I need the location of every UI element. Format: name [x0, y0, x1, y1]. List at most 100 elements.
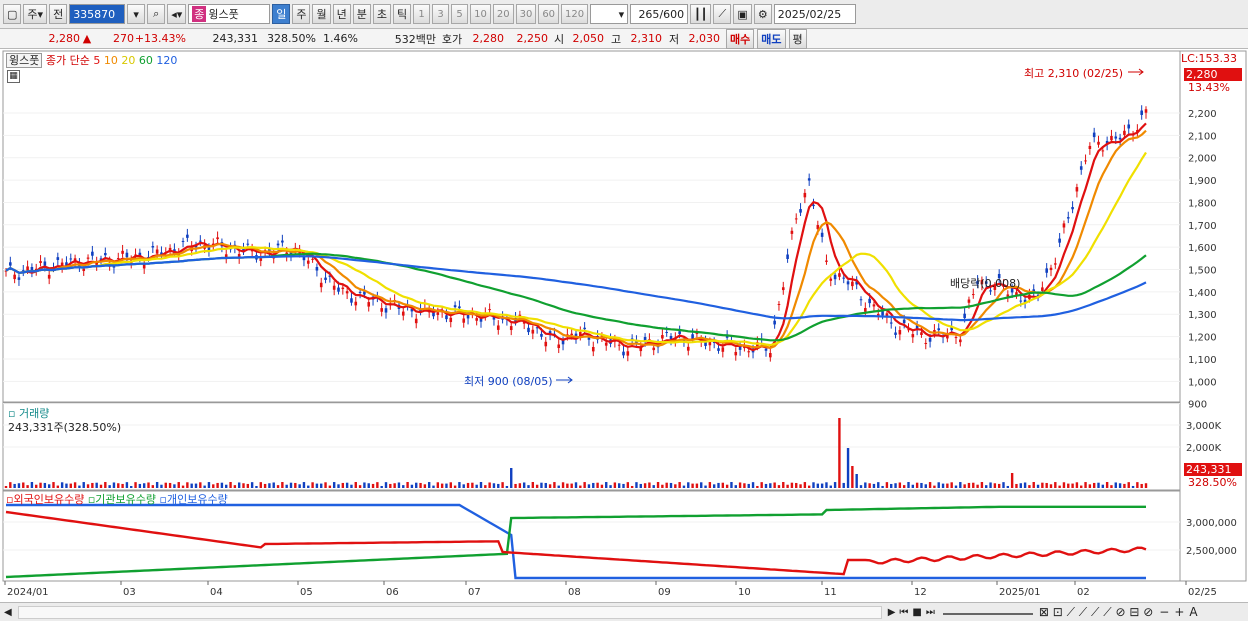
ma60-label: 60	[138, 54, 153, 67]
interval-10[interactable]: 10	[470, 4, 491, 24]
scroll-track[interactable]	[17, 605, 882, 619]
volume-bar	[1015, 483, 1018, 488]
volume-bar	[471, 482, 474, 488]
ma5-label: 5	[93, 54, 101, 67]
date-input[interactable]: 2025/02/25	[773, 4, 856, 24]
chart-canvas[interactable]: 2,200 2,100 2,000 1,900 1,800 1,700 1,600 1,500…	[0, 50, 1248, 602]
volume-bar	[440, 483, 444, 488]
candle-body	[91, 251, 94, 256]
volume-bar	[535, 484, 539, 488]
stock-name-field[interactable]: 종 윙스풋	[188, 4, 271, 24]
volume-bar	[484, 485, 487, 488]
stock-code-input[interactable]: 335870	[69, 4, 126, 24]
volume-bar	[39, 482, 42, 488]
candle-body	[86, 257, 90, 259]
chart-menu-icon[interactable]: ▢	[3, 4, 22, 24]
volume-bar	[285, 484, 288, 488]
candle-body	[306, 260, 310, 264]
search-icon[interactable]: ⌕	[147, 4, 166, 24]
volume-bar	[734, 485, 737, 488]
tool-icons[interactable]: ⊠ ⊡ ⟋ ⟋ ⟋ ⟋ ⊘ ⊟ ⊘	[1039, 605, 1153, 620]
grid-toggle-icon[interactable]: ▦	[7, 70, 20, 83]
interval-5[interactable]: 5	[451, 4, 469, 24]
volume-bar	[1118, 483, 1122, 488]
volume-bar	[1045, 482, 1048, 488]
interval-30[interactable]: 30	[515, 4, 537, 24]
eval-button[interactable]: 평	[788, 28, 807, 49]
x-axis-label: 08	[568, 587, 581, 598]
count-field[interactable]: 265/600	[630, 4, 689, 24]
volume-bar	[445, 483, 448, 488]
chart-area[interactable]: 2,200 2,100 2,000 1,900 1,800 1,700 1,600 1,500…	[0, 50, 1248, 602]
candle-body	[151, 246, 155, 248]
candle-body	[842, 277, 846, 279]
volume-bar	[155, 482, 159, 488]
bottom-scrollbar[interactable]: ◀ ▶ ⏮ ■ ⏭ ⊠ ⊡ ⟋ ⟋ ⟋ ⟋ ⊘ ⊟ ⊘ − + A	[0, 602, 1248, 621]
price-tick-label: 1,800	[1188, 198, 1217, 209]
zoom-out-icon[interactable]: −	[1159, 605, 1169, 619]
interval-1[interactable]: 1	[413, 4, 431, 24]
volume-bar	[1006, 485, 1010, 488]
volume-bar	[410, 484, 414, 488]
prev-button[interactable]: 전	[49, 4, 68, 24]
period-second[interactable]: 초	[372, 4, 391, 24]
candle-body	[445, 315, 448, 320]
candle-body	[920, 332, 923, 335]
volume-bar	[829, 485, 832, 488]
candle-body	[17, 277, 21, 280]
scroll-first-icon[interactable]: ⏮	[899, 607, 908, 618]
zoom-slider[interactable]	[942, 609, 1033, 615]
sell-button[interactable]: 매도	[757, 28, 786, 49]
candle-body	[971, 294, 975, 296]
speaker-icon[interactable]: ◂▾	[167, 4, 187, 24]
custom-interval-dropdown[interactable]: ▾	[590, 4, 629, 24]
candle-body	[436, 312, 440, 315]
candle-body	[116, 258, 120, 260]
hoga-label: 호가	[441, 32, 463, 46]
volume-bar	[272, 482, 275, 488]
scroll-last-icon[interactable]: ⏭	[926, 607, 935, 618]
price-tick-label: 1,400	[1188, 288, 1217, 299]
stop-icon[interactable]: ■	[912, 607, 921, 618]
interval-60[interactable]: 60	[538, 4, 560, 24]
candle-body	[851, 281, 854, 287]
period-day[interactable]: 일	[272, 4, 291, 24]
x-axis-label: 11	[824, 587, 837, 598]
candle-body	[246, 243, 250, 245]
volume-bar	[453, 485, 457, 488]
period-month[interactable]: 월	[312, 4, 331, 24]
volume-value: 243,331	[212, 32, 259, 45]
type-select[interactable]: 주 ▾	[23, 4, 48, 24]
font-size-icon[interactable]: A	[1189, 605, 1197, 619]
interval-120[interactable]: 120	[561, 4, 589, 24]
scroll-right-icon[interactable]: ▶	[888, 607, 896, 618]
candle-body	[453, 305, 457, 308]
volume-bar	[950, 482, 953, 488]
zoom-in-icon[interactable]: +	[1174, 605, 1184, 619]
period-tick[interactable]: 틱	[392, 4, 412, 24]
volume-bar	[22, 482, 25, 488]
code-dropdown-icon[interactable]: ▾	[127, 4, 146, 24]
volume-bar	[13, 483, 16, 488]
interval-20[interactable]: 20	[492, 4, 514, 24]
volume-bar	[764, 483, 768, 488]
interval-3[interactable]: 3	[432, 4, 450, 24]
gear-icon[interactable]: ⚙	[753, 4, 772, 24]
scroll-left-icon[interactable]: ◀	[4, 607, 12, 618]
volume-bar	[1127, 482, 1130, 488]
volume-bar	[803, 482, 807, 488]
candle-body	[1088, 145, 1092, 149]
hoga-bid: 2,250	[516, 32, 549, 45]
period-year[interactable]: 년	[332, 4, 351, 24]
volume-bar	[652, 485, 655, 488]
save-icon[interactable]: ▣	[733, 4, 752, 24]
volume-tick-label: 2,000K	[1186, 443, 1222, 454]
candle-body	[937, 328, 941, 331]
line-chart-icon[interactable]: ⟋	[713, 4, 732, 24]
period-week[interactable]: 주	[292, 4, 311, 24]
volume-bar	[384, 482, 388, 488]
candle-icon[interactable]: ┃┃	[690, 4, 712, 24]
candle-body	[1062, 223, 1066, 228]
period-minute[interactable]: 분	[352, 4, 371, 24]
buy-button[interactable]: 매수	[726, 28, 755, 49]
